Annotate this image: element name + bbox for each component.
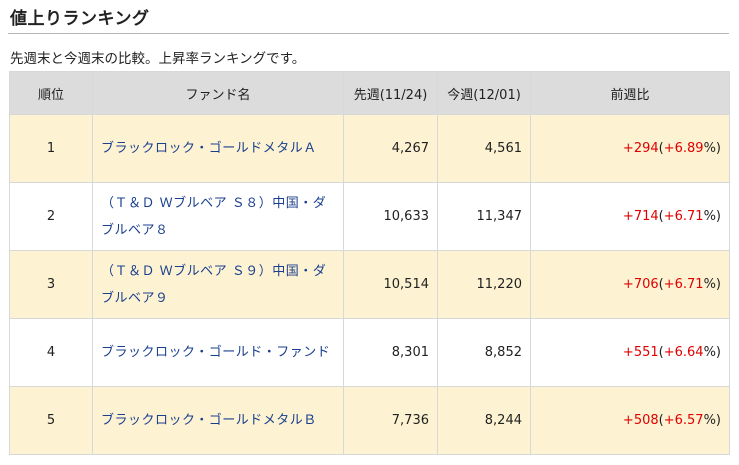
change-cell: +294(+6.89%) bbox=[530, 114, 730, 183]
fund-name-cell: （Ｔ＆Ｄ Ｗブルベア Ｓ８）中国・ダブルベア８ bbox=[92, 182, 344, 251]
fund-name-cell: （Ｔ＆Ｄ Ｗブルベア Ｓ９）中国・ダブルベア９ bbox=[92, 250, 344, 319]
change-cell: +551(+6.64%) bbox=[530, 318, 730, 387]
change-percent: +6.64 bbox=[663, 345, 704, 360]
title-divider bbox=[8, 33, 729, 34]
rank-cell: 2 bbox=[9, 182, 93, 251]
change-value: +508 bbox=[622, 413, 659, 428]
fund-link[interactable]: ブラックロック・ゴールド・ファンド bbox=[101, 345, 330, 360]
change-cell: +714(+6.71%) bbox=[530, 182, 730, 251]
ranking-table: 順位 ファンド名 先週(11/24) 今週(12/01) 前週比 1 ブラックロ… bbox=[9, 71, 730, 455]
curr-price-cell: 11,220 bbox=[437, 250, 531, 319]
fund-name-cell: ブラックロック・ゴールドメタルＢ bbox=[92, 386, 344, 455]
prev-price-cell: 7,736 bbox=[343, 386, 438, 455]
rank-cell: 4 bbox=[9, 318, 93, 387]
page-description: 先週末と今週末の比較。上昇率ランキングです。 bbox=[10, 51, 306, 67]
change-percent: +6.89 bbox=[663, 141, 704, 156]
header-fund-name: ファンド名 bbox=[92, 71, 344, 115]
curr-price-cell: 8,852 bbox=[437, 318, 531, 387]
table-row: 3 （Ｔ＆Ｄ Ｗブルベア Ｓ９）中国・ダブルベア９ 10,514 11,220 … bbox=[9, 250, 730, 319]
rank-cell: 1 bbox=[9, 114, 93, 183]
prev-price-cell: 10,633 bbox=[343, 182, 438, 251]
header-this-week: 今週(12/01) bbox=[437, 71, 531, 115]
ranking-panel: 値上りランキング 先週末と今週末の比較。上昇率ランキングです。 順位 ファンド名… bbox=[0, 0, 739, 465]
prev-price-cell: 4,267 bbox=[343, 114, 438, 183]
header-rank: 順位 bbox=[9, 71, 93, 115]
change-cell: +706(+6.71%) bbox=[530, 250, 730, 319]
change-percent: +6.71 bbox=[663, 209, 704, 224]
table-row: 5 ブラックロック・ゴールドメタルＢ 7,736 8,244 +508(+6.5… bbox=[9, 386, 730, 455]
change-cell: +508(+6.57%) bbox=[530, 386, 730, 455]
rank-cell: 5 bbox=[9, 386, 93, 455]
header-prev-week: 先週(11/24) bbox=[343, 71, 438, 115]
fund-link[interactable]: （Ｔ＆Ｄ Ｗブルベア Ｓ９）中国・ダブルベア９ bbox=[101, 264, 326, 306]
fund-link[interactable]: （Ｔ＆Ｄ Ｗブルベア Ｓ８）中国・ダブルベア８ bbox=[101, 196, 326, 238]
curr-price-cell: 4,561 bbox=[437, 114, 531, 183]
table-header-row: 順位 ファンド名 先週(11/24) 今週(12/01) 前週比 bbox=[9, 71, 730, 115]
prev-price-cell: 8,301 bbox=[343, 318, 438, 387]
fund-link[interactable]: ブラックロック・ゴールドメタルＡ bbox=[101, 141, 317, 156]
fund-name-cell: ブラックロック・ゴールド・ファンド bbox=[92, 318, 344, 387]
change-value: +714 bbox=[622, 209, 659, 224]
change-percent: +6.71 bbox=[663, 277, 704, 292]
curr-price-cell: 11,347 bbox=[437, 182, 531, 251]
change-value: +706 bbox=[622, 277, 659, 292]
curr-price-cell: 8,244 bbox=[437, 386, 531, 455]
table-row: 2 （Ｔ＆Ｄ Ｗブルベア Ｓ８）中国・ダブルベア８ 10,633 11,347 … bbox=[9, 182, 730, 251]
table-row: 1 ブラックロック・ゴールドメタルＡ 4,267 4,561 +294(+6.8… bbox=[9, 114, 730, 183]
prev-price-cell: 10,514 bbox=[343, 250, 438, 319]
change-value: +551 bbox=[622, 345, 659, 360]
header-week-change: 前週比 bbox=[530, 71, 730, 115]
change-value: +294 bbox=[622, 141, 659, 156]
rank-cell: 3 bbox=[9, 250, 93, 319]
change-percent: +6.57 bbox=[663, 413, 704, 428]
fund-link[interactable]: ブラックロック・ゴールドメタルＢ bbox=[101, 413, 317, 428]
page-title: 値上りランキング bbox=[10, 9, 150, 29]
table-row: 4 ブラックロック・ゴールド・ファンド 8,301 8,852 +551(+6.… bbox=[9, 318, 730, 387]
fund-name-cell: ブラックロック・ゴールドメタルＡ bbox=[92, 114, 344, 183]
